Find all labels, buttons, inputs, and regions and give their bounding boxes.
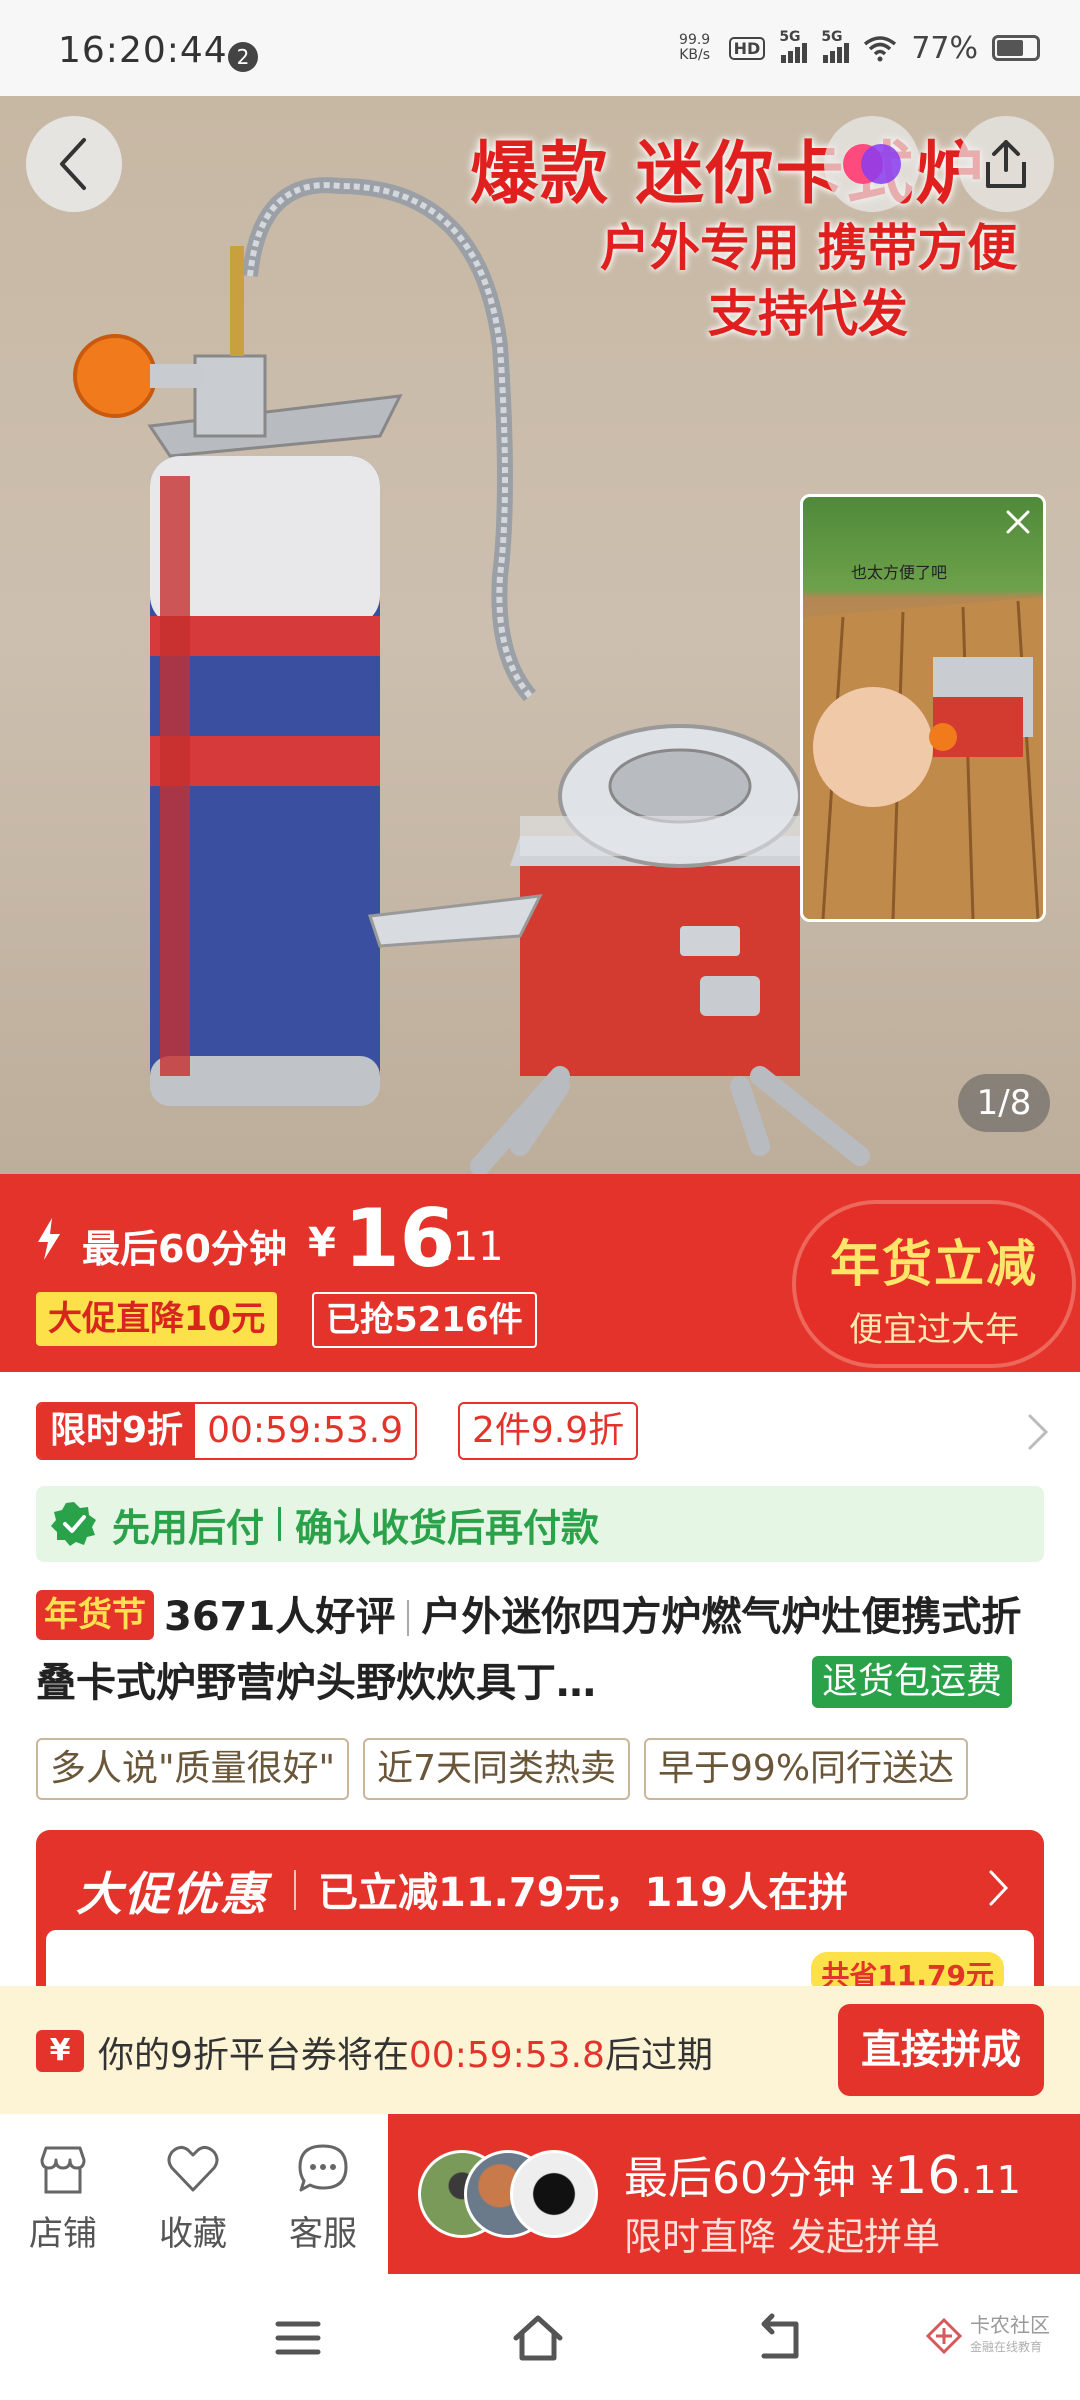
multi-item-discount-tag: 2件9.9折 (458, 1402, 639, 1460)
buy-price-decimal: .11 (960, 2158, 1021, 2202)
watermark-logo-icon (926, 2318, 962, 2354)
heart-icon (167, 2145, 219, 2192)
promo-drop-badge: 大促直降10元 (36, 1292, 278, 1346)
sold-count-badge: 已抢5216件 (312, 1292, 537, 1348)
hero-subtitle-2: 支持代发 (708, 285, 908, 343)
title-divider (407, 1600, 410, 1636)
buy-label: 最后60分钟 (624, 2153, 856, 2204)
festival-badge: 年货立减 便宜过大年 (796, 1204, 1072, 1364)
product-image-carousel[interactable]: 爆款 迷你卡式炉 户外专用 携带方便 支持代发 也太方便了吧 1/8 (0, 96, 1080, 1174)
signal-label-2: 5G (821, 29, 843, 45)
coupon-text: 你的9折平台券将在00:59:53.8后过期 (98, 2026, 713, 2078)
image-page-counter: 1/8 (958, 1074, 1050, 1132)
coupon-bar: ¥ 你的9折平台券将在00:59:53.8后过期 直接拼成 (0, 1986, 1080, 2114)
battery-icon (992, 35, 1040, 61)
promo-divider (294, 1870, 296, 1910)
limited-label: 限时9折 (38, 1404, 196, 1458)
lightning-icon (38, 1218, 60, 1260)
watermark-text: 卡农社区 金融在线教育 (970, 2314, 1050, 2358)
feature-tag-quality[interactable]: 多人说"质量很好" (36, 1738, 350, 1800)
watermark: 卡农社区 金融在线教育 (926, 2314, 1050, 2358)
feature-tag-delivery[interactable]: 早于99%同行送达 (644, 1738, 969, 1800)
share-icon (986, 140, 1026, 188)
signal-icon-1: 5G (779, 29, 808, 63)
price-banner: 最后60分钟 ¥ 16 .11 大促直降10元 已抢5216件 年货立减 便宜过… (0, 1174, 1080, 1372)
buyer-avatars (418, 2150, 598, 2240)
price-currency: ¥ (308, 1220, 336, 1266)
net-speed-unit: KB/s (679, 47, 711, 63)
pay-later-bar[interactable]: 先用后付 确认收货后再付款 (36, 1486, 1044, 1562)
shop-label: 店铺 (29, 2214, 97, 2254)
start-group-buy-button[interactable]: 最后60分钟 ¥16.11 限时直降 发起拼单 (388, 2114, 1080, 2274)
watermark-name: 卡农社区 (970, 2313, 1050, 2337)
limited-time-row[interactable]: 限时9折 00:59:53.9 2件9.9折 (0, 1372, 1080, 1496)
buy-price-integer: 16 (894, 2146, 961, 2206)
price-integer: 16 (344, 1192, 456, 1285)
mascot-button[interactable] (824, 116, 920, 212)
pay-later-label: 先用后付 (112, 1505, 265, 1550)
return-shipping-tag: 退货包运费 (812, 1656, 1013, 1708)
limited-discount-tag: 限时9折 00:59:53.9 (36, 1402, 418, 1460)
hero-subtitle-1: 户外专用 携带方便 (600, 219, 1018, 277)
back-button[interactable] (26, 116, 122, 212)
net-speed-value: 99.9 (679, 32, 711, 48)
store-icon (40, 2146, 86, 2194)
status-bar: 16:20:44 2 99.9 KB/s HD 5G 5G 77% (0, 0, 1080, 96)
pay-later-divider (278, 1507, 282, 1541)
review-count: 3671人好评 (164, 1594, 396, 1640)
coupon-text-before: 你的9折平台券将在 (98, 2035, 409, 2076)
promo-text: 已立减11.79元，119人在拼 (318, 1870, 849, 1916)
countdown-label: 最后60分钟 (82, 1227, 287, 1271)
price-decimal: .11 (440, 1224, 504, 1270)
shop-button[interactable]: 店铺 (8, 2140, 118, 2255)
buy-currency: ¥ (870, 2158, 895, 2202)
status-time: 16:20:44 (58, 30, 228, 71)
back-nav-icon[interactable] (750, 2308, 810, 2368)
bottom-action-bar: 店铺 收藏 客服 最后60分钟 ¥16.11 限时直降 发起拼单 (0, 2114, 1080, 2274)
menu-icon[interactable] (268, 2308, 328, 2368)
video-caption: 也太方便了吧 (851, 563, 948, 582)
net-speed: 99.9 KB/s (675, 33, 715, 63)
festival-subtitle: 便宜过大年 (849, 1310, 1019, 1350)
badge-check-icon (51, 1502, 96, 1546)
signal-label-1: 5G (779, 29, 801, 45)
customer-service-label: 客服 (289, 2214, 357, 2254)
avatar (510, 2150, 598, 2238)
festival-title: 年货立减 (830, 1235, 1038, 1293)
feature-tag-hot[interactable]: 近7天同类热卖 (363, 1738, 631, 1800)
coupon-text-after: 后过期 (604, 2035, 713, 2076)
festival-tag: 年货节 (36, 1590, 154, 1640)
chevron-right-icon[interactable] (988, 1868, 1010, 1908)
direct-group-buy-button[interactable]: 直接拼成 (838, 2004, 1044, 2096)
system-nav-bar: 卡农社区 金融在线教育 (0, 2274, 1080, 2400)
wifi-icon (864, 36, 897, 62)
mascot-icon (843, 144, 901, 184)
signal-icon-2: 5G (821, 29, 850, 63)
home-icon[interactable] (508, 2308, 568, 2368)
watermark-tagline: 金融在线教育 (970, 2340, 1043, 2354)
limited-countdown: 00:59:53.9 (195, 1404, 416, 1458)
buy-price-line: 最后60分钟 ¥16.11 (624, 2142, 1021, 2206)
hd-icon: HD (728, 36, 766, 60)
promo-logo: 大促优惠 (76, 1867, 268, 1921)
feature-tags: 多人说"质量很好" 近7天同类热卖 早于99%同行送达 (36, 1738, 1080, 1800)
buy-subtitle: 限时直降 发起拼单 (624, 2215, 941, 2259)
share-button[interactable] (958, 116, 1054, 212)
close-icon[interactable] (1003, 507, 1033, 537)
customer-service-button[interactable]: 客服 (268, 2140, 378, 2255)
battery-percent: 77% (911, 30, 978, 66)
status-icons: 99.9 KB/s HD 5G 5G 77% (675, 28, 1040, 68)
chat-icon (298, 2144, 348, 2192)
coupon-timer: 00:59:53.8 (408, 2035, 605, 2076)
notification-count-badge: 2 (228, 42, 258, 72)
back-arrow-icon (60, 138, 86, 190)
coupon-icon: ¥ (36, 2030, 84, 2072)
favorite-label: 收藏 (159, 2214, 227, 2254)
chevron-right-icon[interactable] (1026, 1412, 1050, 1452)
pay-later-description: 确认收货后再付款 (295, 1505, 600, 1550)
favorite-button[interactable]: 收藏 (138, 2140, 248, 2255)
video-preview[interactable]: 也太方便了吧 (800, 494, 1046, 922)
